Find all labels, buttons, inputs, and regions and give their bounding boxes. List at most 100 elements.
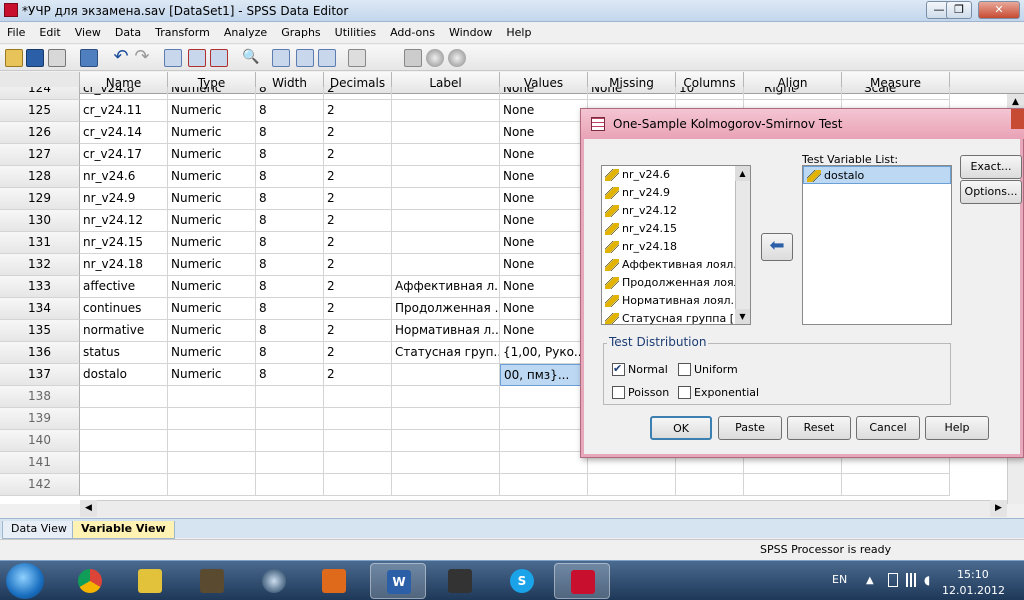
cell-decimals[interactable]: 2 xyxy=(324,210,392,232)
cell-width[interactable]: 8 xyxy=(256,122,324,144)
poisson-label[interactable]: Poisson xyxy=(628,386,669,399)
cell-num[interactable]: 137 xyxy=(0,364,80,386)
cell-name[interactable]: nr_v24.9 xyxy=(80,188,168,210)
cell-type[interactable]: Numeric xyxy=(168,122,256,144)
redo-icon[interactable]: ↷ xyxy=(133,48,151,67)
cell-type[interactable]: Numeric xyxy=(168,364,256,386)
cell-width[interactable]: 8 xyxy=(256,166,324,188)
cell-name[interactable]: cr_v24.8 xyxy=(80,87,168,100)
list-item[interactable]: Аффективная лоял... xyxy=(602,256,750,274)
cell-num[interactable]: 133 xyxy=(0,276,80,298)
show-all-variables-icon[interactable] xyxy=(426,49,444,67)
taskbar-spss[interactable] xyxy=(554,563,610,599)
normal-label[interactable]: Normal xyxy=(628,363,668,376)
cell-decimals[interactable]: 2 xyxy=(324,320,392,342)
source-variable-list[interactable]: nr_v24.6 nr_v24.9 nr_v24.12 nr_v24.15 nr_v24… xyxy=(601,165,751,325)
find-binoculars-icon[interactable]: 🔍 xyxy=(242,49,260,67)
taskbar-chrome[interactable] xyxy=(62,563,118,599)
cell-label[interactable] xyxy=(392,100,500,122)
battery-icon[interactable] xyxy=(888,573,898,587)
cell-columns[interactable] xyxy=(676,474,744,496)
cell-num[interactable]: 136 xyxy=(0,342,80,364)
uniform-label[interactable]: Uniform xyxy=(694,363,738,376)
reset-button[interactable]: Reset xyxy=(787,416,851,440)
cell-width[interactable]: 8 xyxy=(256,144,324,166)
cell-label[interactable] xyxy=(392,87,500,100)
cell-values[interactable]: None xyxy=(500,232,588,254)
taskbar-media-player[interactable] xyxy=(246,563,302,599)
cancel-button[interactable]: Cancel xyxy=(856,416,920,440)
cell-width[interactable] xyxy=(256,474,324,496)
cell-type[interactable] xyxy=(168,408,256,430)
menu-addons[interactable]: Add-ons xyxy=(383,23,442,42)
select-cases-icon[interactable] xyxy=(318,49,336,67)
cell-label[interactable] xyxy=(392,474,500,496)
cell-width[interactable]: 8 xyxy=(256,210,324,232)
cell-num[interactable]: 129 xyxy=(0,188,80,210)
cell-decimals[interactable]: 2 xyxy=(324,166,392,188)
list-item[interactable]: nr_v24.6 xyxy=(602,166,750,184)
cell-label[interactable] xyxy=(392,166,500,188)
cell-num[interactable]: 134 xyxy=(0,298,80,320)
list-item[interactable]: nr_v24.12 xyxy=(602,202,750,220)
list-item[interactable]: dostalo xyxy=(803,166,951,184)
cell-decimals[interactable]: 2 xyxy=(324,144,392,166)
list-item[interactable]: nr_v24.15 xyxy=(602,220,750,238)
cell-width[interactable]: 8 xyxy=(256,364,324,386)
cell-num[interactable]: 135 xyxy=(0,320,80,342)
cell-name[interactable] xyxy=(80,408,168,430)
row-number[interactable]: 138 xyxy=(0,386,80,408)
cell-decimals[interactable]: 2 xyxy=(324,87,392,100)
cell-type[interactable]: Numeric xyxy=(168,100,256,122)
cell-type[interactable]: Numeric xyxy=(168,254,256,276)
cell-decimals[interactable]: 2 xyxy=(324,342,392,364)
cell-type[interactable]: Numeric xyxy=(168,298,256,320)
cell-type[interactable]: Numeric xyxy=(168,232,256,254)
cell-missing[interactable] xyxy=(588,474,676,496)
list-item[interactable]: Продолженная лоял... xyxy=(602,274,750,292)
cell-align[interactable]: Right xyxy=(744,87,842,100)
cell-width[interactable]: 8 xyxy=(256,342,324,364)
cell-columns[interactable]: 10 xyxy=(676,87,744,100)
cell-decimals[interactable] xyxy=(324,474,392,496)
tray-arrow-icon[interactable]: ▲ xyxy=(866,575,874,586)
cell-type[interactable]: Numeric xyxy=(168,342,256,364)
taskbar-app-7[interactable] xyxy=(432,563,488,599)
open-folder-icon[interactable] xyxy=(5,49,23,67)
cell-width[interactable]: 8 xyxy=(256,320,324,342)
cell-label[interactable] xyxy=(392,188,500,210)
scroll-right-arrow-icon[interactable]: ▶ xyxy=(990,500,1007,517)
menu-transform[interactable]: Transform xyxy=(148,23,217,42)
cell-type[interactable]: Numeric xyxy=(168,276,256,298)
uniform-checkbox[interactable] xyxy=(678,363,691,376)
cell-label[interactable] xyxy=(392,408,500,430)
menu-analyze[interactable]: Analyze xyxy=(217,23,274,42)
cell-name[interactable]: affective xyxy=(80,276,168,298)
list-item[interactable]: nr_v24.18 xyxy=(602,238,750,256)
cell-name[interactable]: nr_v24.15 xyxy=(80,232,168,254)
cell-type[interactable] xyxy=(168,474,256,496)
cell-width[interactable]: 8 xyxy=(256,100,324,122)
cell-decimals[interactable]: 2 xyxy=(324,122,392,144)
taskbar-word[interactable]: W xyxy=(370,563,426,599)
cell-name[interactable] xyxy=(80,386,168,408)
clock-date[interactable]: 12.01.2012 xyxy=(942,584,1005,597)
cell-type[interactable]: Numeric xyxy=(168,144,256,166)
cell-values[interactable]: None xyxy=(500,210,588,232)
cell-label[interactable] xyxy=(392,386,500,408)
tab-data-view[interactable]: Data View xyxy=(2,521,76,539)
cell-width[interactable] xyxy=(256,408,324,430)
cell-label[interactable] xyxy=(392,232,500,254)
exact-button[interactable]: Exact... xyxy=(960,155,1022,179)
cell-measure[interactable] xyxy=(842,474,950,496)
cell-width[interactable]: 8 xyxy=(256,232,324,254)
cell-name[interactable]: continues xyxy=(80,298,168,320)
dialog-close-button[interactable] xyxy=(1011,109,1024,129)
cell-values[interactable]: None xyxy=(500,254,588,276)
cell-name[interactable]: status xyxy=(80,342,168,364)
cell-name[interactable] xyxy=(80,430,168,452)
cell-width[interactable] xyxy=(256,452,324,474)
cell-label[interactable]: Нормативная л... xyxy=(392,320,500,342)
cell-type[interactable]: Numeric xyxy=(168,320,256,342)
dialog-recall-icon[interactable] xyxy=(80,49,98,67)
